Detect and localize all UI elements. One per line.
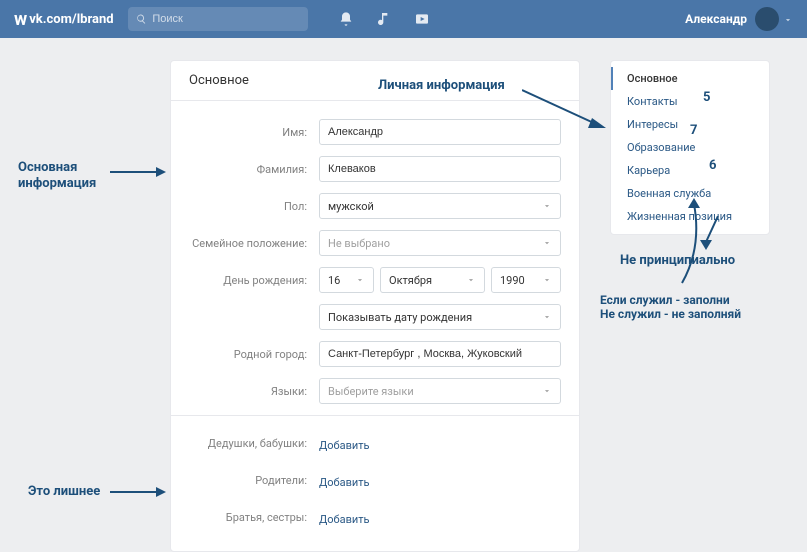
sidebar-item-military[interactable]: Военная служба bbox=[611, 182, 769, 205]
sidebar-item-main[interactable]: Основное bbox=[611, 67, 769, 90]
search-wrap[interactable] bbox=[128, 7, 308, 31]
sidebar-item-education[interactable]: Образование bbox=[611, 136, 769, 159]
surname-label: Фамилия: bbox=[189, 163, 319, 176]
gender-select[interactable]: мужской bbox=[319, 193, 561, 219]
video-icon[interactable] bbox=[414, 11, 430, 27]
birthday-day-select[interactable]: 16 bbox=[319, 267, 374, 293]
search-icon bbox=[136, 13, 147, 25]
annotation-num-7: 7 bbox=[690, 123, 697, 139]
annotation-extra: Это лишнее bbox=[28, 484, 100, 500]
languages-select[interactable]: Выберите языки bbox=[319, 378, 561, 404]
page-title: Основное bbox=[171, 61, 579, 101]
languages-value: Выберите языки bbox=[328, 385, 414, 398]
surname-input[interactable] bbox=[319, 156, 561, 182]
birthday-visibility-select[interactable]: Показывать дату рождения bbox=[319, 304, 561, 330]
search-input[interactable] bbox=[152, 13, 299, 25]
gender-label: Пол: bbox=[189, 200, 319, 213]
vk-logo[interactable]: w bbox=[14, 9, 27, 30]
sidebar-item-position[interactable]: Жизненная позиция bbox=[611, 205, 769, 228]
annotation-personal-info: Личная информация bbox=[378, 78, 505, 94]
siblings-label: Братья, сестры: bbox=[189, 511, 319, 524]
avatar[interactable] bbox=[755, 7, 779, 31]
chevron-down-icon bbox=[466, 275, 476, 285]
chevron-down-icon bbox=[542, 312, 552, 322]
birthday-year-select[interactable]: 1990 bbox=[491, 267, 561, 293]
user-name[interactable]: Александр bbox=[685, 12, 747, 26]
arrow-icon bbox=[110, 162, 166, 182]
settings-panel: Основное Имя: Фамилия: Пол: мужской Семе… bbox=[170, 60, 580, 552]
annotation-num-5: 5 bbox=[703, 90, 710, 106]
chevron-down-icon[interactable] bbox=[783, 10, 793, 29]
topbar: w vk.com/lbrand Александр bbox=[0, 0, 807, 38]
birthday-month-select[interactable]: Октября bbox=[380, 267, 485, 293]
hometown-label: Родной город: bbox=[189, 348, 319, 361]
add-grandparents-link[interactable]: Добавить bbox=[319, 439, 370, 452]
bell-icon[interactable] bbox=[338, 11, 354, 27]
chevron-down-icon bbox=[542, 238, 552, 248]
annotation-main-info: Основная информация bbox=[18, 160, 96, 191]
add-siblings-link[interactable]: Добавить bbox=[319, 513, 370, 526]
page-url: vk.com/lbrand bbox=[29, 12, 113, 27]
grandparents-label: Дедушки, бабушки: bbox=[189, 437, 319, 450]
name-input[interactable] bbox=[319, 119, 561, 145]
add-parents-link[interactable]: Добавить bbox=[319, 476, 370, 489]
chevron-down-icon bbox=[542, 201, 552, 211]
sidebar-item-contacts[interactable]: Контакты bbox=[611, 90, 769, 113]
marital-select[interactable]: Не выбрано bbox=[319, 230, 561, 256]
top-icons bbox=[338, 11, 430, 27]
marital-label: Семейное положение: bbox=[189, 237, 319, 250]
marital-value: Не выбрано bbox=[328, 237, 390, 250]
birthday-label: День рождения: bbox=[189, 274, 319, 287]
annotation-served: Если служил - заполни Не служил - не зап… bbox=[600, 293, 741, 322]
sidebar-item-career[interactable]: Карьера bbox=[611, 159, 769, 182]
hometown-input[interactable] bbox=[319, 341, 561, 367]
annotation-not-important: Не принципиально bbox=[620, 253, 735, 269]
arrow-icon bbox=[110, 482, 166, 502]
gender-value: мужской bbox=[328, 200, 374, 213]
music-icon[interactable] bbox=[376, 11, 392, 27]
birthday-visibility: Показывать дату рождения bbox=[328, 311, 472, 324]
parents-label: Родители: bbox=[189, 474, 319, 487]
languages-label: Языки: bbox=[189, 385, 319, 398]
chevron-down-icon bbox=[542, 386, 552, 396]
name-label: Имя: bbox=[189, 126, 319, 139]
birthday-year: 1990 bbox=[500, 274, 525, 287]
birthday-month: Октября bbox=[389, 274, 432, 287]
settings-sidebar: Основное Контакты Интересы Образование К… bbox=[610, 60, 770, 235]
divider bbox=[171, 415, 579, 416]
chevron-down-icon bbox=[355, 275, 365, 285]
chevron-down-icon bbox=[542, 275, 552, 285]
annotation-num-6: 6 bbox=[709, 158, 716, 174]
birthday-day: 16 bbox=[328, 274, 340, 287]
